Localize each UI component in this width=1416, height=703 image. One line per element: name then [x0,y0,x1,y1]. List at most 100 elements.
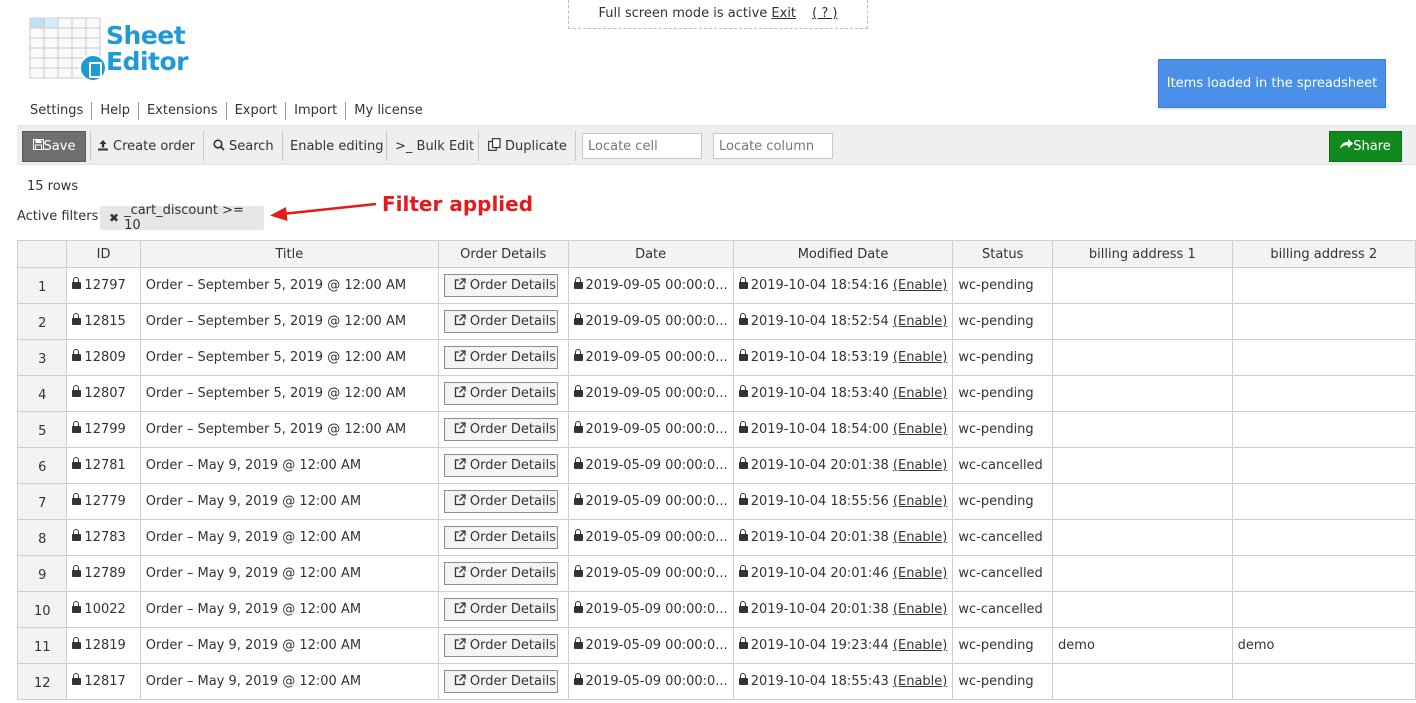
cell-billing-address-2[interactable] [1231,303,1416,340]
order-details-button[interactable]: Order Details [443,634,558,657]
row-number[interactable]: 6 [17,447,68,484]
column-header-billing-address-2[interactable]: billing address 2 [1231,240,1416,268]
cell-billing-address-2[interactable]: demo [1231,627,1416,664]
cell-modified-date[interactable]: 2019-10-04 20:01:38 (Enable) [732,591,954,628]
cell-status[interactable]: wc-cancelled [952,591,1054,628]
order-details-button[interactable]: Order Details [443,526,558,549]
cell-billing-address-1[interactable] [1052,411,1233,448]
cell-status[interactable]: wc-pending [952,411,1054,448]
order-details-button[interactable]: Order Details [443,346,558,369]
cell-id[interactable]: 12779 [66,483,141,520]
cell-modified-date[interactable]: 2019-10-04 20:01:38 (Enable) [732,519,954,556]
enable-edit-link[interactable]: (Enable) [893,458,947,473]
cell-modified-date[interactable]: 2019-10-04 18:55:43 (Enable) [732,663,954,700]
cell-status[interactable]: wc-pending [952,663,1054,700]
search-button[interactable]: Search [213,126,274,166]
row-number[interactable]: 1 [17,267,68,304]
cell-id[interactable]: 12781 [66,447,141,484]
create-order-button[interactable]: Create order [97,126,195,166]
column-header-billing-address-1[interactable]: billing address 1 [1052,240,1233,268]
cell-title[interactable]: Order – May 9, 2019 @ 12:00 AM [139,483,439,520]
cell-billing-address-2[interactable] [1231,519,1416,556]
cell-billing-address-2[interactable] [1231,591,1416,628]
cell-date[interactable]: 2019-09-05 00:00:0... [567,267,734,304]
cell-modified-date[interactable]: 2019-10-04 18:53:40 (Enable) [732,375,954,412]
menu-export[interactable]: Export [227,102,287,120]
cell-id[interactable]: 12807 [66,375,141,412]
cell-billing-address-1[interactable] [1052,339,1233,376]
order-details-button[interactable]: Order Details [443,670,558,693]
cell-billing-address-2[interactable] [1231,411,1416,448]
cell-title[interactable]: Order – September 5, 2019 @ 12:00 AM [139,339,439,376]
cell-status[interactable]: wc-cancelled [952,519,1054,556]
cell-billing-address-1[interactable] [1052,663,1233,700]
share-button[interactable]: Share [1329,131,1402,162]
cell-id[interactable]: 12799 [66,411,141,448]
cell-billing-address-2[interactable] [1231,267,1416,304]
cell-id[interactable]: 12815 [66,303,141,340]
order-details-button[interactable]: Order Details [443,454,558,477]
menu-help[interactable]: Help [92,102,139,120]
column-header-status[interactable]: Status [952,240,1054,268]
cell-billing-address-1[interactable] [1052,519,1233,556]
enable-edit-link[interactable]: (Enable) [893,494,947,509]
active-filter-chip[interactable]: ✖ _cart_discount >= 10 [100,203,264,233]
cell-billing-address-2[interactable] [1231,339,1416,376]
enable-edit-link[interactable]: (Enable) [893,278,947,293]
cell-title[interactable]: Order – September 5, 2019 @ 12:00 AM [139,303,439,340]
enable-edit-link[interactable]: (Enable) [893,674,947,689]
locate-cell-input[interactable] [582,133,702,159]
row-number[interactable]: 11 [17,627,68,664]
row-number[interactable]: 8 [17,519,68,556]
enable-edit-link[interactable]: (Enable) [893,638,947,653]
column-header-date[interactable]: Date [567,240,734,268]
bulk-edit-button[interactable]: >_ Bulk Edit [395,126,474,166]
enable-editing-button[interactable]: Enable editing [290,126,383,166]
cell-date[interactable]: 2019-09-05 00:00:0... [567,411,734,448]
cell-date[interactable]: 2019-05-09 00:00:0... [567,591,734,628]
cell-id[interactable]: 10022 [66,591,141,628]
order-details-button[interactable]: Order Details [443,490,558,513]
cell-date[interactable]: 2019-05-09 00:00:0... [567,483,734,520]
items-loaded-button[interactable]: Items loaded in the spreadsheet [1158,59,1386,108]
cell-id[interactable]: 12783 [66,519,141,556]
row-number[interactable]: 12 [17,663,68,700]
order-details-button[interactable]: Order Details [443,274,558,297]
cell-billing-address-2[interactable] [1231,375,1416,412]
cell-date[interactable]: 2019-05-09 00:00:0... [567,627,734,664]
enable-edit-link[interactable]: (Enable) [893,314,947,329]
enable-edit-link[interactable]: (Enable) [893,530,947,545]
cell-date[interactable]: 2019-09-05 00:00:0... [567,375,734,412]
cell-status[interactable]: wc-cancelled [952,555,1054,592]
cell-title[interactable]: Order – May 9, 2019 @ 12:00 AM [139,591,439,628]
cell-title[interactable]: Order – May 9, 2019 @ 12:00 AM [139,447,439,484]
enable-edit-link[interactable]: (Enable) [893,350,947,365]
cell-title[interactable]: Order – September 5, 2019 @ 12:00 AM [139,375,439,412]
menu-import[interactable]: Import [286,102,347,120]
cell-date[interactable]: 2019-05-09 00:00:0... [567,447,734,484]
cell-billing-address-2[interactable] [1231,663,1416,700]
locate-column-input[interactable] [713,133,833,159]
row-number[interactable]: 10 [17,591,68,628]
column-header-title[interactable]: Title [139,240,439,268]
cell-status[interactable]: wc-pending [952,375,1054,412]
enable-edit-link[interactable]: (Enable) [893,566,947,581]
enable-edit-link[interactable]: (Enable) [893,386,947,401]
help-link[interactable]: ( ? ) [812,6,837,21]
menu-my-license[interactable]: My license [346,102,430,120]
cell-date[interactable]: 2019-05-09 00:00:0... [567,555,734,592]
cell-status[interactable]: wc-pending [952,483,1054,520]
cell-billing-address-1[interactable] [1052,447,1233,484]
cell-modified-date[interactable]: 2019-10-04 18:52:54 (Enable) [732,303,954,340]
cell-billing-address-1[interactable] [1052,555,1233,592]
enable-edit-link[interactable]: (Enable) [893,602,947,617]
cell-billing-address-2[interactable] [1231,447,1416,484]
column-header-id[interactable]: ID [66,240,141,268]
enable-edit-link[interactable]: (Enable) [893,422,947,437]
cell-billing-address-1[interactable] [1052,591,1233,628]
cell-billing-address-1[interactable]: demo [1052,627,1233,664]
cell-status[interactable]: wc-pending [952,339,1054,376]
cell-status[interactable]: wc-pending [952,267,1054,304]
cell-modified-date[interactable]: 2019-10-04 18:53:19 (Enable) [732,339,954,376]
row-number[interactable]: 5 [17,411,68,448]
